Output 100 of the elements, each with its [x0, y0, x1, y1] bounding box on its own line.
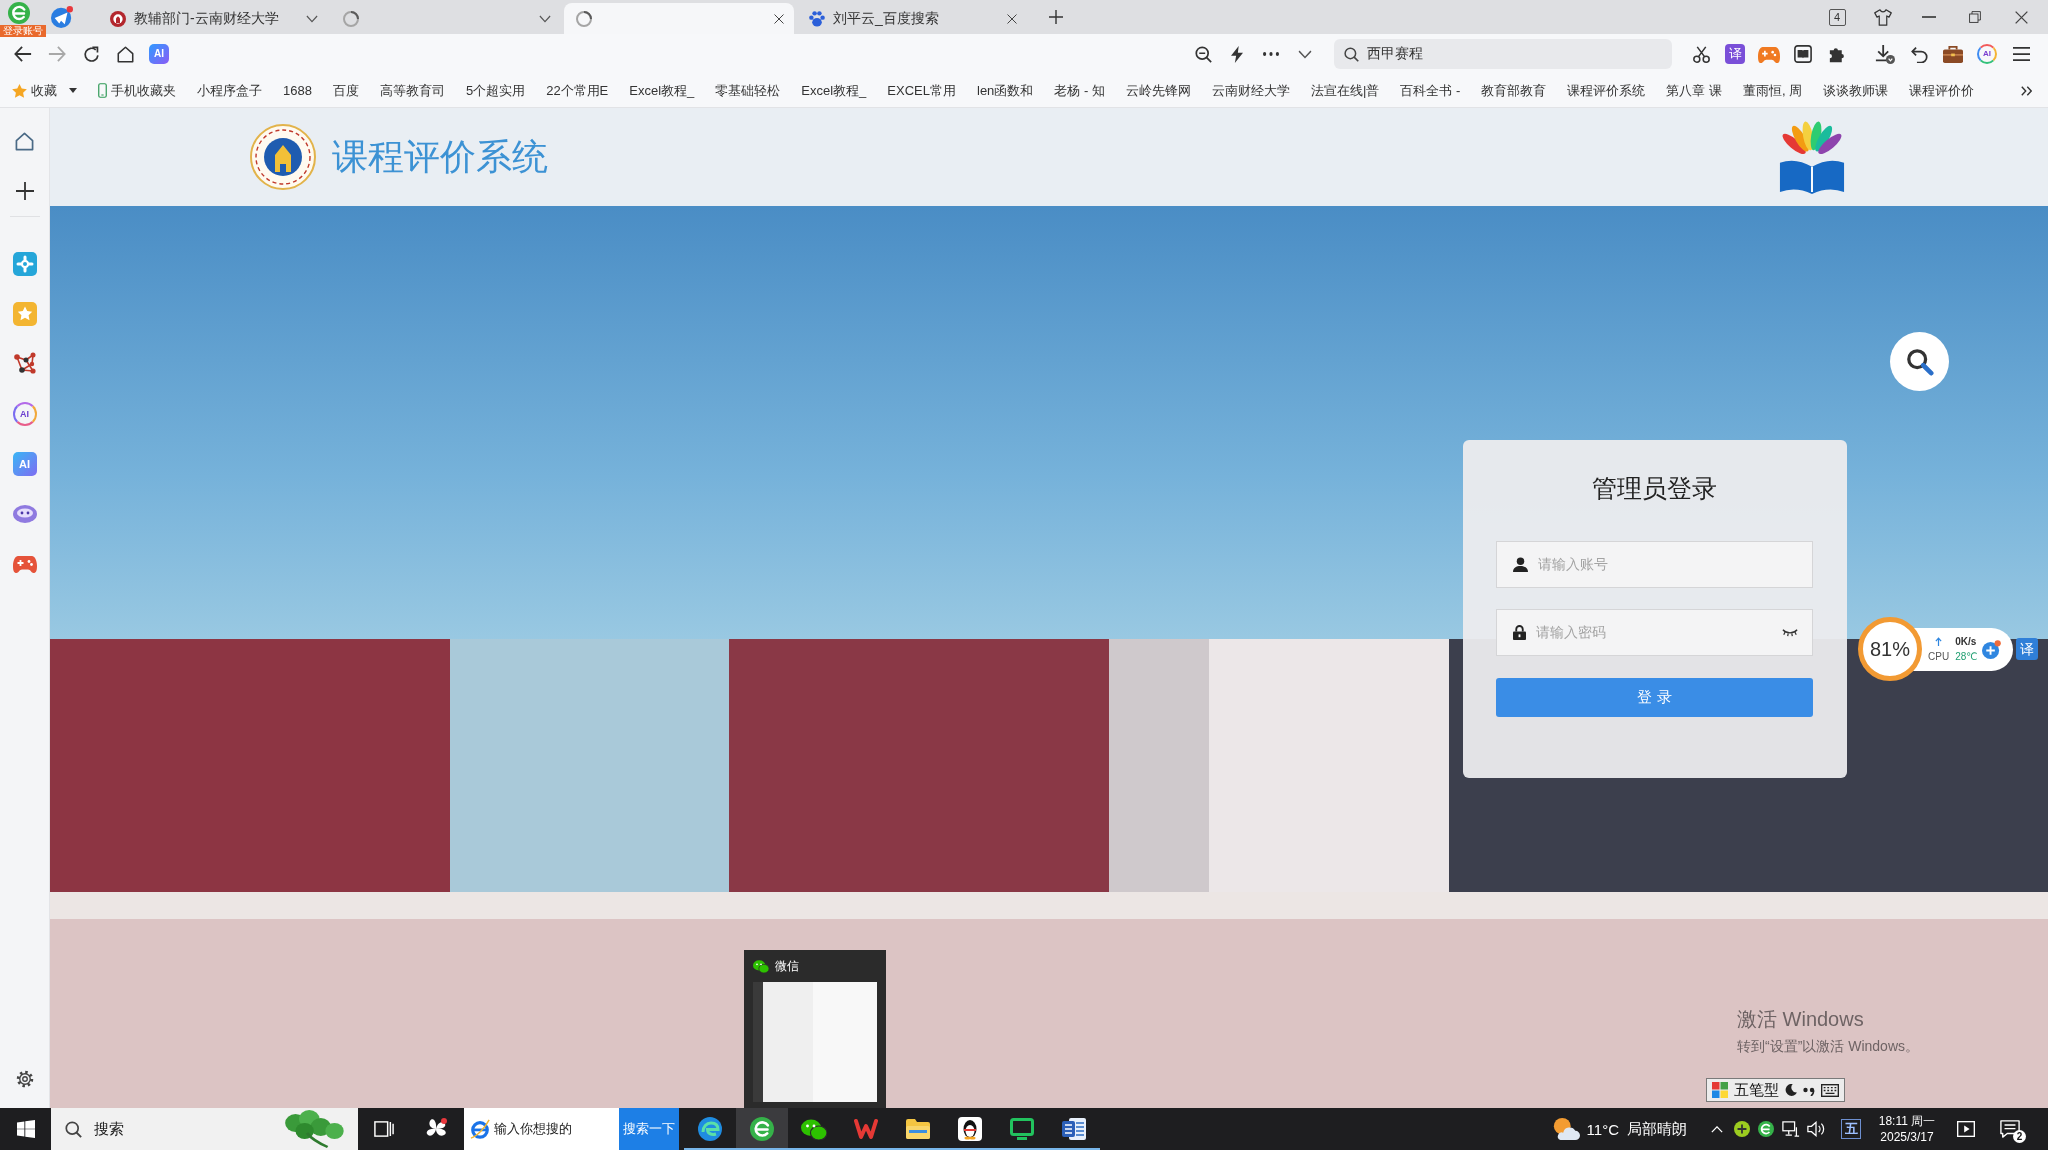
close-icon[interactable] — [2014, 10, 2028, 24]
mascot-icon[interactable] — [12, 505, 37, 523]
book-logo-icon — [1778, 120, 1846, 194]
partly-cloudy-icon — [1551, 1117, 1580, 1141]
zoom-out-icon[interactable] — [1194, 45, 1212, 63]
bookmark-item[interactable]: Excel教程_ — [801, 81, 867, 100]
briefcase-icon[interactable] — [1943, 45, 1963, 63]
network-icon[interactable] — [12, 352, 37, 376]
bookmark-item[interactable]: 手机收藏夹 — [98, 81, 176, 100]
start-icon[interactable] — [16, 1120, 35, 1138]
window-preview[interactable]: 微信 — [744, 950, 886, 1108]
puzzle-icon[interactable] — [1828, 45, 1846, 63]
ai-button[interactable]: AI — [12, 402, 37, 426]
bookmark-item[interactable]: 5个超实用 — [465, 81, 526, 100]
menu-icon[interactable] — [2012, 47, 2030, 61]
home-icon[interactable] — [15, 131, 34, 151]
taskbar-button[interactable] — [736, 1108, 788, 1150]
e-logo-icon — [470, 1119, 490, 1139]
clock[interactable]: 18:11 周一 2025/3/17 — [1866, 1108, 1948, 1150]
swirl-icon — [698, 1117, 722, 1141]
bookmark-item[interactable]: 老杨 - 知 — [1054, 81, 1105, 100]
reload-icon[interactable] — [82, 45, 100, 63]
notification-icon[interactable] — [2000, 1120, 2020, 1138]
chevron-down-icon[interactable] — [1298, 49, 1312, 59]
book-icon[interactable] — [1794, 45, 1812, 63]
game-controller-icon[interactable] — [1758, 45, 1780, 63]
home-icon[interactable] — [116, 45, 134, 63]
bookmark-item[interactable]: 法宣在线|普 — [1310, 81, 1380, 100]
input-mode-button[interactable]: 五笔型 — [1734, 1080, 1779, 1100]
bookmark-item[interactable]: 22个常用E — [546, 81, 609, 100]
ai-button[interactable]: AI — [1977, 44, 1997, 64]
plus-circle-icon[interactable] — [1734, 1121, 1750, 1137]
bookmark-item[interactable]: 课程评价系统 — [1567, 81, 1646, 100]
bookmark-item[interactable]: 收藏 — [12, 81, 77, 100]
bookmark-item[interactable]: 1688 — [283, 83, 312, 98]
close-icon[interactable] — [1007, 13, 1017, 24]
bookmark-item[interactable]: 第八章 课 — [1666, 81, 1722, 100]
bookmark-item[interactable]: 教育部教育 — [1481, 81, 1547, 100]
bookmark-item[interactable]: 云南财经大学 — [1211, 81, 1290, 100]
weather-condition: 局部晴朗 — [1627, 1119, 1687, 1139]
translate-button[interactable]: 译 — [2016, 638, 2038, 660]
download-icon[interactable] — [1875, 44, 1895, 64]
web-search-field[interactable]: 输入你想搜的 — [464, 1108, 619, 1150]
caret-down-icon[interactable] — [69, 88, 77, 93]
back-icon[interactable] — [14, 46, 32, 62]
paper-plane-icon[interactable] — [51, 6, 73, 28]
browser-logo-icon[interactable] — [1758, 1121, 1774, 1137]
activation-title: 激活 Windows — [1737, 1007, 1865, 1032]
browser-tab[interactable]: 刘平云_百度搜索 — [797, 3, 1027, 34]
grid-logo-icon[interactable] — [1712, 1082, 1728, 1098]
restore-icon[interactable] — [1969, 11, 1981, 23]
tab-count-button[interactable]: 4 — [1828, 8, 1846, 26]
keyboard-icon[interactable] — [1821, 1083, 1839, 1097]
browser-tab[interactable]: 教辅部门-云南财经大学 — [98, 3, 328, 34]
task-view-icon[interactable] — [374, 1121, 394, 1137]
bookmark-item[interactable]: 百度 — [332, 81, 359, 100]
scissors-icon[interactable] — [1692, 45, 1710, 63]
star-tile-icon[interactable] — [12, 302, 37, 326]
bookmark-item[interactable]: EXCEL常用 — [887, 81, 956, 100]
ai-button[interactable]: AI — [149, 44, 169, 64]
emblem-icon — [110, 10, 126, 27]
search-field[interactable]: 搜索 — [51, 1108, 358, 1150]
game-controller-icon[interactable] — [12, 555, 37, 573]
close-icon[interactable] — [774, 13, 784, 24]
bookmark-item[interactable]: 小程序盒子 — [197, 81, 262, 100]
ime-indicator[interactable]: 五 — [1841, 1119, 1861, 1139]
eye-closed-icon[interactable] — [1782, 628, 1798, 637]
chevron-down-icon[interactable] — [539, 14, 551, 23]
undo-icon[interactable] — [1910, 45, 1928, 63]
cross-tile-icon[interactable] — [12, 252, 37, 276]
bookmark-item[interactable]: 零基础轻松 — [715, 81, 781, 100]
volume-icon[interactable] — [1807, 1121, 1825, 1137]
bookmark-item[interactable]: 云岭先锋网 — [1125, 81, 1191, 100]
cpu-label: CPU — [1928, 650, 1950, 663]
bookmark-item[interactable]: 高等教育司 — [379, 81, 445, 100]
play-screen-icon[interactable] — [1957, 1121, 1975, 1137]
bookmark-item[interactable]: 百科全书 - — [1400, 81, 1461, 100]
translate-button[interactable]: 译 — [1725, 44, 1745, 64]
activation-hint: 转到“设置”以激活 Windows。 — [1737, 1038, 1919, 1056]
user-icon — [1513, 557, 1528, 572]
double-chevron-icon[interactable] — [2021, 85, 2032, 96]
more-icon[interactable] — [1263, 52, 1279, 56]
bookmark-item[interactable]: len函数和 — [977, 81, 1034, 100]
settings-icon[interactable] — [15, 1070, 34, 1088]
chevron-up-icon[interactable] — [1711, 1125, 1723, 1133]
bookmark-item[interactable]: Excel教程_ — [629, 81, 695, 100]
moon-icon[interactable] — [1785, 1084, 1797, 1096]
network-icon[interactable] — [1782, 1121, 1800, 1137]
bookmark-item[interactable]: 谈谈教师课 — [1823, 81, 1889, 100]
web-search-button[interactable]: 搜索一下 — [619, 1108, 679, 1150]
lightning-icon[interactable] — [1231, 45, 1243, 63]
search-icon — [1344, 46, 1359, 62]
shirt-icon[interactable] — [1874, 8, 1892, 26]
chevron-down-icon[interactable] — [306, 14, 318, 23]
search-field[interactable]: 西甲赛程 — [1334, 39, 1672, 69]
bookmark-item[interactable]: 董雨恒, 周 — [1742, 81, 1803, 100]
login-title: 管理员登录 — [1591, 473, 1718, 504]
bookmark-item[interactable]: 课程评价价 — [1909, 81, 1975, 100]
plus-icon[interactable] — [1049, 10, 1063, 24]
plus-icon[interactable] — [15, 182, 34, 200]
